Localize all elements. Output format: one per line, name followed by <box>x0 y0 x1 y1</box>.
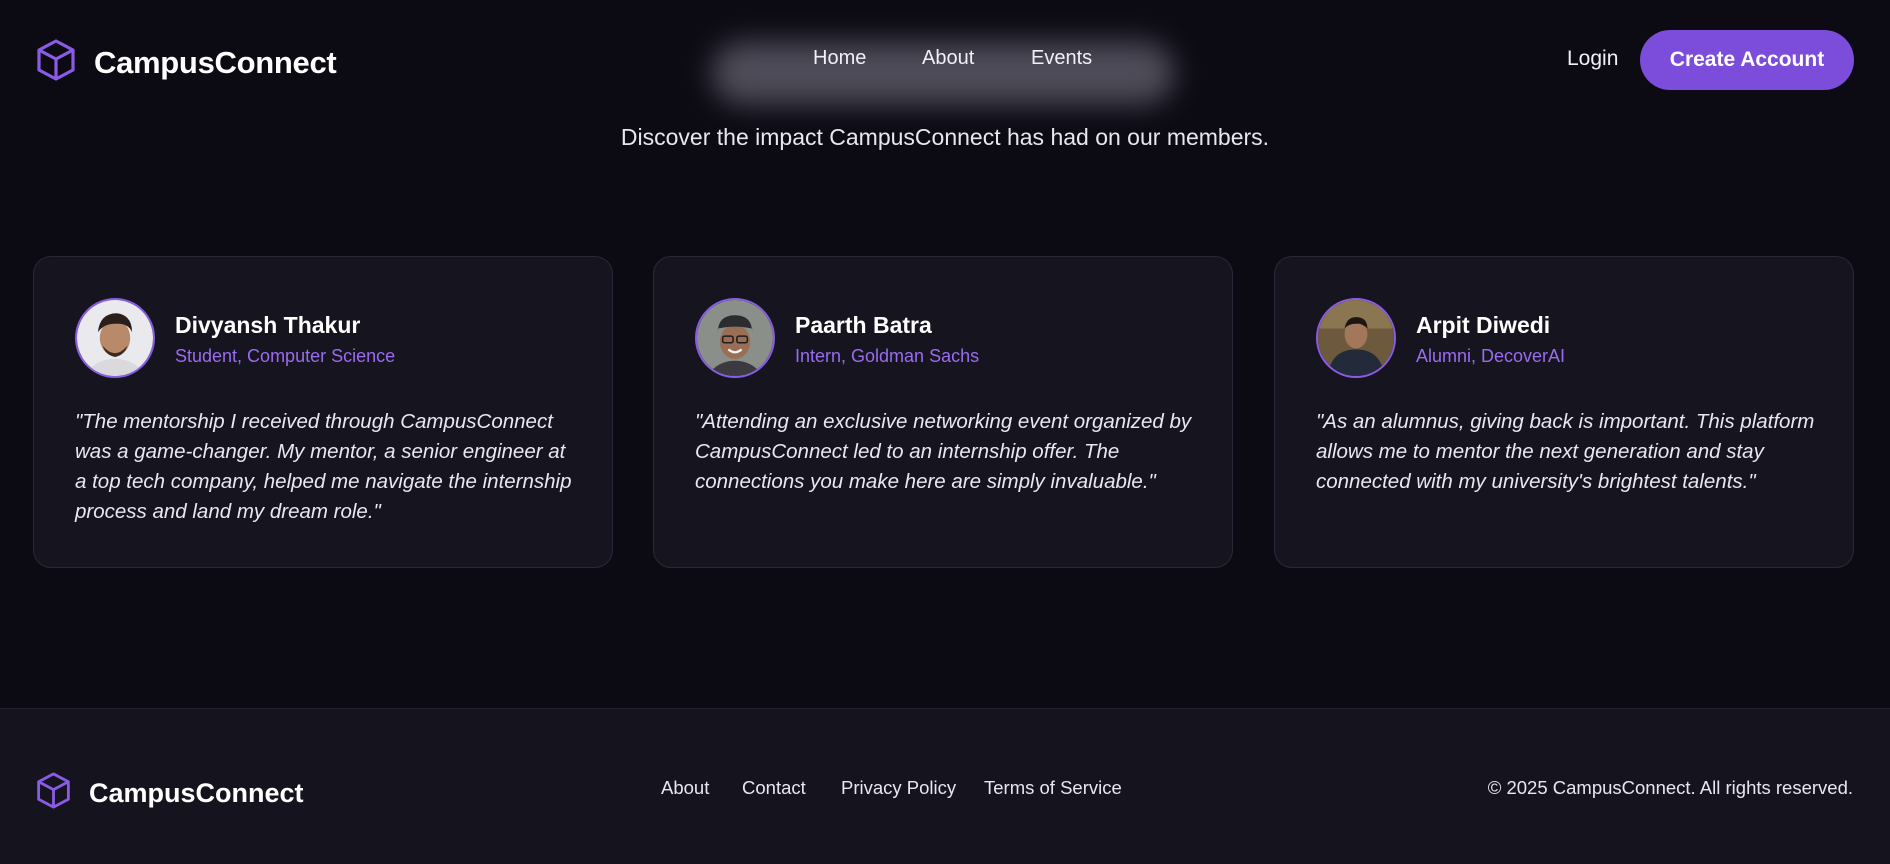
testimonial-card: Arpit Diwedi Alumni, DecoverAI "As an al… <box>1274 256 1854 568</box>
testimonial-role: Alumni, DecoverAI <box>1416 346 1566 366</box>
testimonial-quote: "The mentorship I received through Campu… <box>75 410 572 523</box>
brand-logo-link[interactable]: CampusConnect <box>36 38 337 87</box>
testimonial-quote: "Attending an exclusive networking event… <box>695 410 1192 493</box>
site-header: CampusConnect Home About Events Login Cr… <box>0 0 1890 120</box>
section-subtitle: Discover the impact CampusConnect has ha… <box>620 124 1270 150</box>
avatar <box>75 298 155 378</box>
footer-link-terms-of-service[interactable]: Terms of Service <box>984 777 1122 799</box>
footer-brand-name: CampusConnect <box>89 777 304 808</box>
testimonial-role: Student, Computer Science <box>175 346 396 366</box>
testimonial-role: Intern, Goldman Sachs <box>795 346 980 366</box>
footer-link-contact[interactable]: Contact <box>742 777 806 799</box>
testimonial-card: Divyansh Thakur Student, Computer Scienc… <box>33 256 613 568</box>
testimonial-quote: "As an alumnus, giving back is important… <box>1316 410 1815 493</box>
testimonial-name: Paarth Batra <box>795 312 932 338</box>
site-footer: CampusConnect About Contact Privacy Poli… <box>0 708 1890 864</box>
avatar <box>695 298 775 378</box>
cube-icon <box>36 38 76 87</box>
footer-link-privacy-policy[interactable]: Privacy Policy <box>841 777 956 799</box>
cube-icon <box>36 771 71 815</box>
create-account-button[interactable]: Create Account <box>1640 30 1854 90</box>
testimonial-name: Divyansh Thakur <box>175 312 361 338</box>
copyright-text: © 2025 CampusConnect. All rights reserve… <box>1487 777 1853 798</box>
nav-events[interactable]: Events <box>1031 47 1092 70</box>
nav-home[interactable]: Home <box>813 47 866 70</box>
testimonial-name: Arpit Diwedi <box>1416 312 1551 338</box>
testimonial-card: Paarth Batra Intern, Goldman Sachs "Atte… <box>653 256 1233 568</box>
avatar <box>1316 298 1396 378</box>
footer-brand-link[interactable]: CampusConnect <box>36 771 304 815</box>
brand-name: CampusConnect <box>94 44 337 80</box>
nav-about[interactable]: About <box>922 47 974 70</box>
footer-link-about[interactable]: About <box>661 777 709 799</box>
login-link[interactable]: Login <box>1567 47 1618 71</box>
